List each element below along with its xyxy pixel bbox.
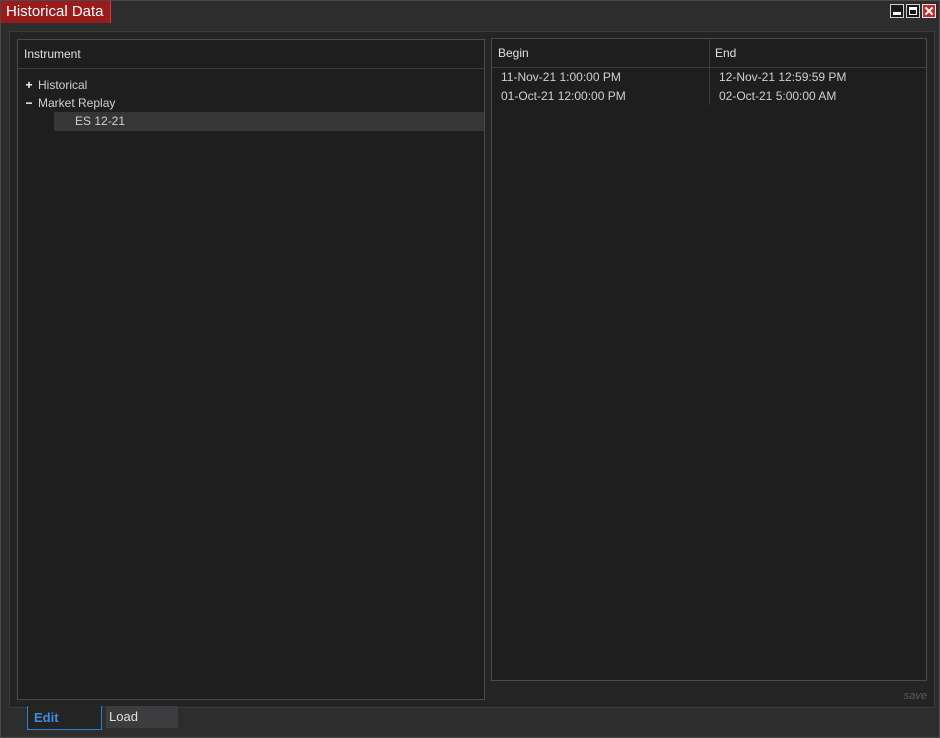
collapse-icon[interactable]: − [24,94,34,112]
tree-item-es-12-21[interactable]: ES 12-21 [54,112,484,131]
begin-column-header[interactable]: Begin [492,39,529,67]
close-icon[interactable] [922,4,936,18]
tree-item-label: ES 12-21 [75,114,126,128]
tab-edit[interactable]: Edit [27,706,102,730]
end-cell: 02-Oct-21 5:00:00 AM [719,89,837,103]
window-title: Historical Data [1,1,111,23]
instrument-tree: + Historical − Market Replay ES 12-21 [18,76,484,131]
table-row[interactable]: 01-Oct-21 12:00:00 PM 02-Oct-21 5:00:00 … [492,87,926,106]
date-range-panel: Begin End 11-Nov-21 1:00:00 PM 12-Nov-21… [491,38,927,681]
title-bar[interactable]: Historical Data [1,1,939,24]
date-range-rows: 11-Nov-21 1:00:00 PM 12-Nov-21 12:59:59 … [492,68,926,106]
end-cell: 12-Nov-21 12:59:59 PM [719,70,847,84]
instrument-column-header[interactable]: Instrument [18,40,81,68]
begin-cell: 01-Oct-21 12:00:00 PM [501,89,626,103]
tree-item-label: Market Replay [38,96,116,110]
historical-data-window: Historical Data Instrument + Historical … [0,0,940,738]
table-row[interactable]: 11-Nov-21 1:00:00 PM 12-Nov-21 12:59:59 … [492,68,926,87]
instrument-header: Instrument [18,40,484,69]
tree-item-market-replay[interactable]: − Market Replay [18,94,484,112]
bottom-tabs: Edit Load [27,706,178,730]
tree-item-label: Historical [38,78,88,92]
tab-load[interactable]: Load [106,706,178,728]
minimize-icon[interactable] [890,4,904,18]
window-controls [890,4,936,18]
maximize-icon[interactable] [906,4,920,18]
end-column-header[interactable]: End [709,39,736,67]
save-link[interactable]: save [904,690,927,702]
main-content: Instrument + Historical − Market Replay … [9,31,935,708]
expand-icon[interactable]: + [24,76,34,94]
begin-cell: 11-Nov-21 1:00:00 PM [501,70,621,84]
instrument-panel: Instrument + Historical − Market Replay … [17,39,485,700]
tree-item-historical[interactable]: + Historical [18,76,484,94]
